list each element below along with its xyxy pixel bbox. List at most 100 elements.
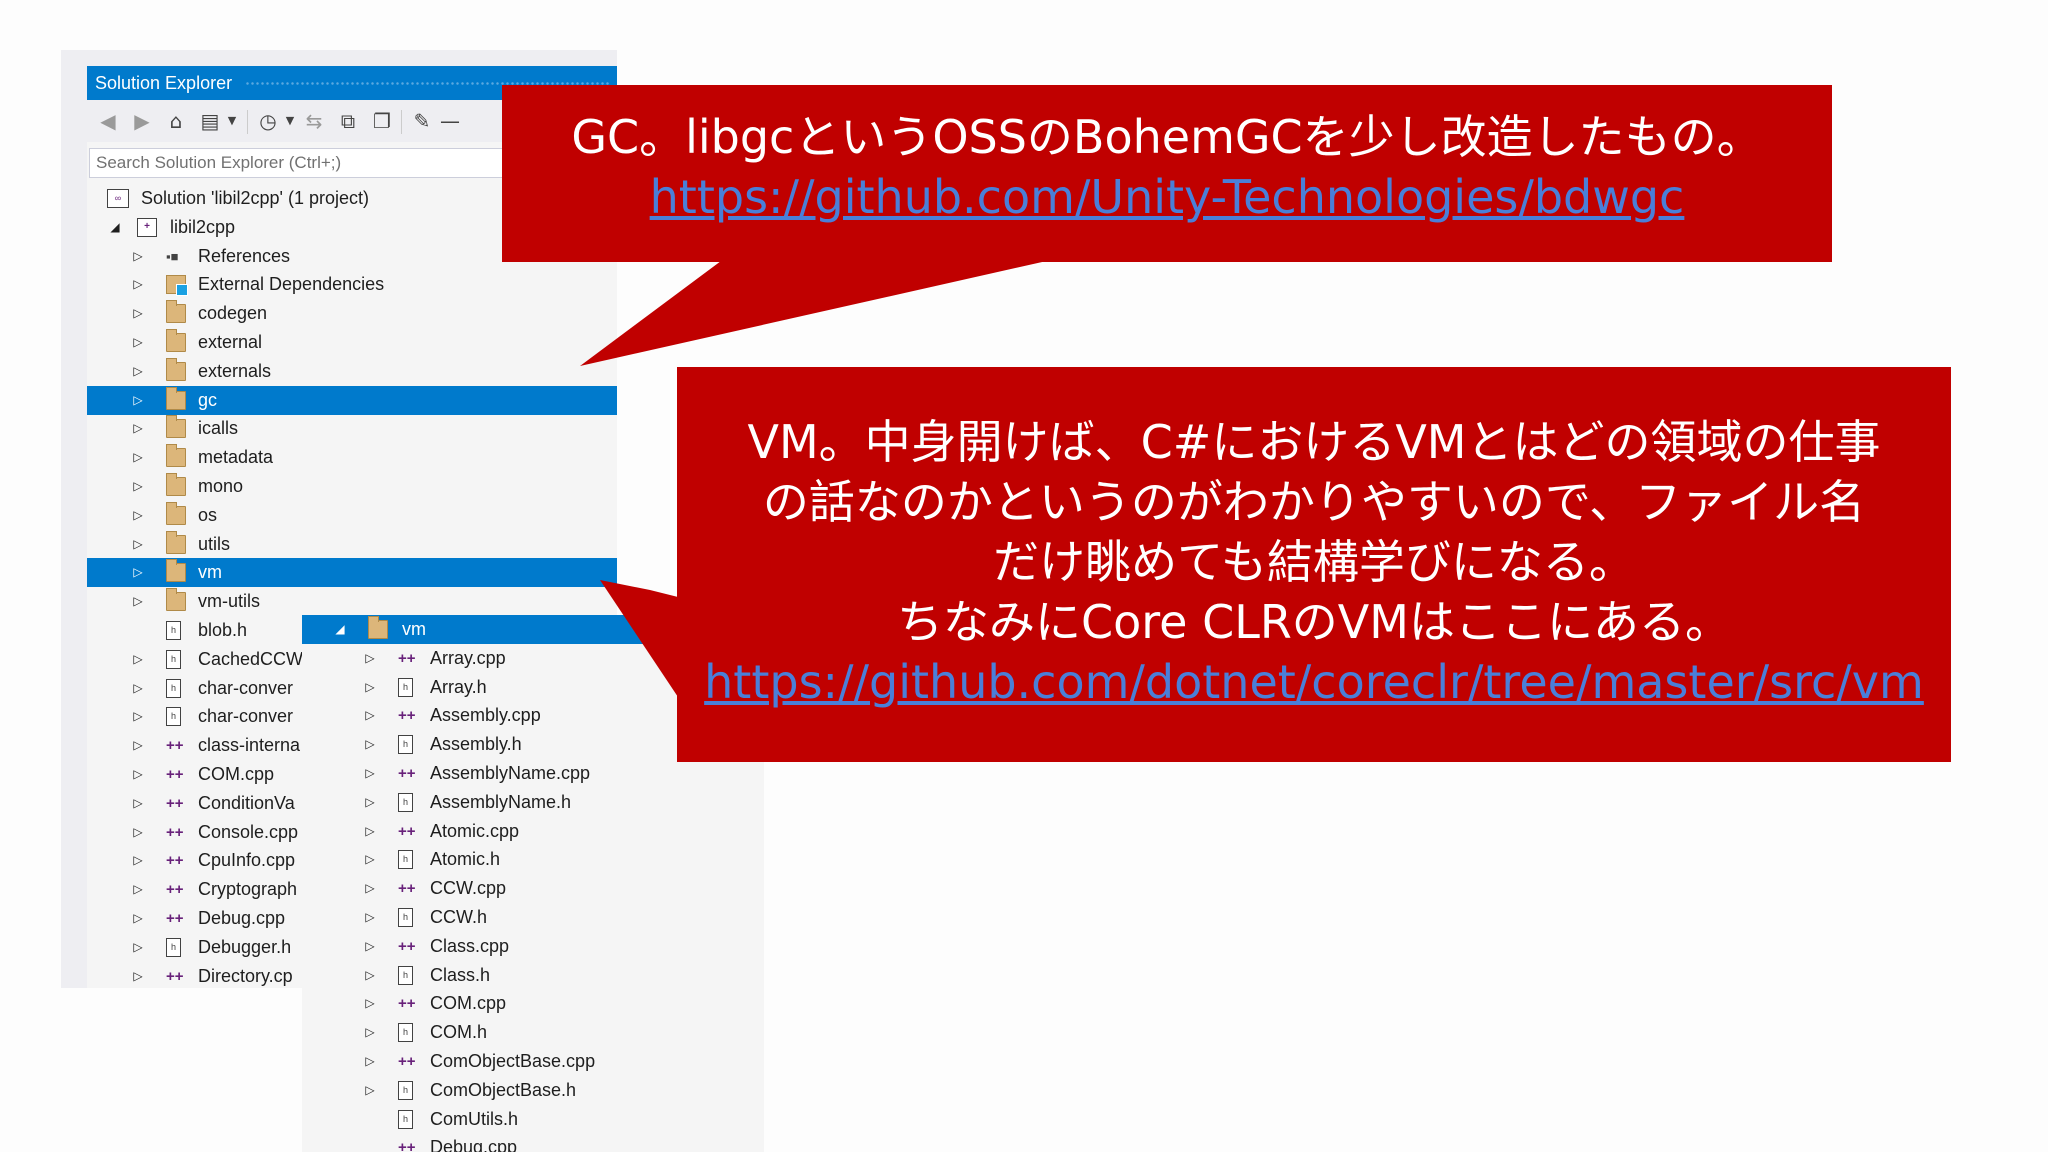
expand-arrow-icon[interactable]: ▷ (132, 587, 144, 616)
tree-item[interactable]: ▷ codegen (87, 299, 617, 328)
vm-file-item[interactable]: h ComUtils.h (302, 1105, 764, 1134)
tree-item[interactable]: ▷ External Dependencies (87, 270, 617, 299)
expand-arrow-icon[interactable]: ▷ (132, 674, 144, 703)
tree-item[interactable]: ▷ externals (87, 357, 617, 386)
collapse-arrow-icon[interactable]: ◢ (109, 213, 121, 242)
tree-item-selected[interactable]: ▷ vm (87, 558, 617, 587)
expand-arrow-icon[interactable]: ▷ (364, 932, 376, 961)
expand-arrow-icon[interactable]: ▷ (132, 299, 144, 328)
tree-item-label: CpuInfo.cpp (198, 850, 296, 870)
back-icon[interactable]: ◀ (95, 108, 121, 134)
tree-item[interactable]: ▷ external (87, 328, 617, 357)
expand-arrow-icon[interactable]: ▷ (364, 701, 376, 730)
header-file-icon: h (398, 735, 413, 754)
tree-item-label: References (198, 246, 291, 266)
vm-file-item[interactable]: ▷ h ComObjectBase.h (302, 1076, 764, 1105)
vm-file-item[interactable]: ▷ ++ COM.cpp (302, 989, 764, 1018)
expand-arrow-icon[interactable]: ▷ (132, 645, 144, 674)
expand-arrow-icon[interactable]: ▷ (132, 357, 144, 386)
chevron-down-icon[interactable]: ▼ (219, 108, 245, 134)
expand-arrow-icon[interactable]: ▷ (364, 961, 376, 990)
expand-arrow-icon[interactable]: ▷ (364, 673, 376, 702)
expand-arrow-icon[interactable]: ▷ (132, 933, 144, 962)
solution-explorer-title: Solution Explorer (95, 73, 233, 93)
cpp-file-icon: ++ (398, 880, 416, 897)
vm-file-item[interactable]: ++ Debug.cpp (302, 1133, 764, 1152)
folder-icon (166, 559, 186, 582)
tree-item[interactable]: ▷ utils (87, 530, 617, 559)
expand-arrow-icon[interactable]: ▷ (132, 242, 144, 271)
tree-item[interactable]: ▷ os (87, 501, 617, 530)
tree-item[interactable]: ▷ icalls (87, 414, 617, 443)
cpp-file-icon: ++ (166, 824, 184, 841)
folder-icon (166, 415, 186, 438)
vm-file-item[interactable]: ▷ h COM.h (302, 1018, 764, 1047)
expand-arrow-icon[interactable]: ▷ (132, 501, 144, 530)
tree-item-label: CCW.h (430, 907, 488, 927)
expand-arrow-icon[interactable]: ▷ (132, 789, 144, 818)
pin-icon[interactable]: — (437, 108, 463, 134)
vm-file-item[interactable]: ▷ h CCW.h (302, 903, 764, 932)
expand-arrow-icon[interactable]: ▷ (364, 874, 376, 903)
cpp-file-icon: ++ (166, 881, 184, 898)
vm-file-item[interactable]: ▷ h Class.h (302, 961, 764, 990)
callout-vm-link[interactable]: https://github.com/dotnet/coreclr/tree/m… (677, 652, 1951, 712)
expand-arrow-icon[interactable]: ▷ (132, 443, 144, 472)
tree-item-label: COM.cpp (430, 993, 507, 1013)
expand-arrow-icon[interactable]: ▷ (132, 702, 144, 731)
sync-icon[interactable]: ⇆ (301, 108, 327, 134)
collapse-all-icon[interactable]: ⧉ (335, 108, 361, 134)
vm-file-item[interactable]: ▷ h Atomic.h (302, 845, 764, 874)
expand-arrow-icon[interactable]: ▷ (132, 904, 144, 933)
expand-arrow-icon[interactable]: ▷ (364, 788, 376, 817)
expand-arrow-icon[interactable]: ▷ (132, 846, 144, 875)
forward-icon[interactable]: ▶ (129, 108, 155, 134)
expand-arrow-icon[interactable]: ▷ (132, 414, 144, 443)
chevron-down-icon[interactable]: ▼ (277, 108, 303, 134)
callout-vm-line: だけ眺めても結構学びになる。 (993, 535, 1635, 589)
vm-file-item[interactable]: ▷ ++ ComObjectBase.cpp (302, 1047, 764, 1076)
expand-arrow-icon[interactable]: ▷ (364, 730, 376, 759)
vm-file-item[interactable]: ▷ ++ CCW.cpp (302, 874, 764, 903)
tree-item[interactable]: ▷ metadata (87, 443, 617, 472)
expand-arrow-icon[interactable]: ▷ (364, 903, 376, 932)
vm-file-item[interactable]: ▷ ++ Atomic.cpp (302, 817, 764, 846)
expand-arrow-icon[interactable]: ▷ (132, 818, 144, 847)
expand-arrow-icon[interactable]: ▷ (364, 817, 376, 846)
show-all-files-icon[interactable]: ❐ (369, 108, 395, 134)
expand-arrow-icon[interactable]: ▷ (364, 845, 376, 874)
home-icon[interactable]: ⌂ (163, 108, 189, 134)
expand-arrow-icon[interactable]: ▷ (364, 759, 376, 788)
vm-file-item[interactable]: ▷ ++ AssemblyName.cpp (302, 759, 764, 788)
tree-item-label: Cryptograph (198, 879, 298, 899)
expand-arrow-icon[interactable]: ▷ (132, 328, 144, 357)
callout-gc-link[interactable]: https://github.com/Unity-Technologies/bd… (502, 167, 1832, 227)
expand-arrow-icon[interactable]: ▷ (132, 558, 144, 587)
expand-arrow-icon[interactable]: ▷ (364, 1076, 376, 1105)
tree-item-label: Assembly.cpp (430, 705, 541, 725)
tree-item[interactable]: ▷ vm-utils (87, 587, 617, 616)
tree-item-label: External Dependencies (198, 274, 385, 294)
solution-icon: ∞ (107, 189, 129, 208)
expand-arrow-icon[interactable]: ▷ (132, 760, 144, 789)
collapse-arrow-icon[interactable]: ◢ (334, 615, 346, 644)
expand-arrow-icon[interactable]: ▷ (132, 270, 144, 299)
expand-arrow-icon[interactable]: ▷ (132, 875, 144, 904)
expand-arrow-icon[interactable]: ▷ (132, 731, 144, 760)
vm-file-item[interactable]: ▷ ++ Class.cpp (302, 932, 764, 961)
expand-arrow-icon[interactable]: ▷ (364, 644, 376, 673)
tree-item-label: ComObjectBase.h (430, 1080, 577, 1100)
tree-item-label: Solution 'libil2cpp' (1 project) (141, 188, 369, 208)
expand-arrow-icon[interactable]: ▷ (132, 472, 144, 501)
expand-arrow-icon[interactable]: ▷ (364, 989, 376, 1018)
expand-arrow-icon[interactable]: ▷ (132, 386, 144, 415)
tree-item[interactable]: ▷ mono (87, 472, 617, 501)
cpp-file-icon: ++ (166, 737, 184, 754)
expand-arrow-icon[interactable]: ▷ (132, 962, 144, 988)
expand-arrow-icon[interactable]: ▷ (132, 530, 144, 559)
properties-icon[interactable]: ✎ (409, 108, 435, 134)
tree-item-selected[interactable]: ▷ gc (87, 386, 617, 415)
vm-file-item[interactable]: ▷ h AssemblyName.h (302, 788, 764, 817)
expand-arrow-icon[interactable]: ▷ (364, 1047, 376, 1076)
expand-arrow-icon[interactable]: ▷ (364, 1018, 376, 1047)
